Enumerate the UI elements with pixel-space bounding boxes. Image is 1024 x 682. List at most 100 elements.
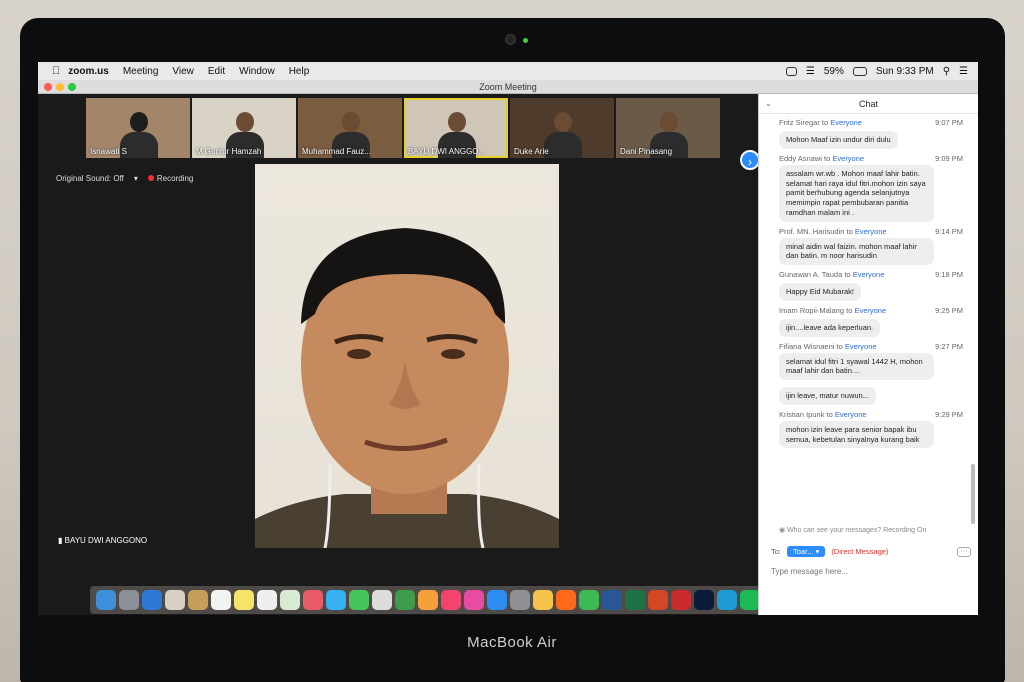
- firefox-icon[interactable]: [556, 590, 576, 610]
- chat-message: Prof. MN. Harisudin to Everyone 9:14 PM m…: [779, 226, 963, 265]
- speaker-person-illustration: [255, 228, 559, 548]
- spotlight-search-icon[interactable]: ⚲: [943, 66, 950, 77]
- skype-icon[interactable]: [717, 590, 737, 610]
- menu-view[interactable]: View: [172, 66, 194, 77]
- excel-icon[interactable]: [625, 590, 645, 610]
- reminders-icon[interactable]: [257, 590, 277, 610]
- pages-icon[interactable]: [372, 590, 392, 610]
- message-bubble: minal aidin wal faizin. mohon maaf lahir…: [779, 237, 934, 265]
- photos-icon[interactable]: [165, 590, 185, 610]
- photoshop-icon[interactable]: [694, 590, 714, 610]
- word-icon[interactable]: [602, 590, 622, 610]
- message-recipient: Everyone: [854, 305, 887, 315]
- menu-meeting[interactable]: Meeting: [123, 66, 159, 77]
- screen:  zoom.us Meeting View Edit Window Help …: [38, 62, 978, 615]
- notification-center-icon[interactable]: ☰: [959, 66, 968, 77]
- apple-icon[interactable]: : [52, 65, 60, 77]
- laptop-body: MacBook Air  zoom.us Meeting View Edit …: [0, 0, 1024, 682]
- participant-name: Dani Pinasang: [620, 147, 673, 156]
- recipient-value: Toar...: [793, 547, 814, 556]
- menu-app-name[interactable]: zoom.us: [68, 66, 109, 77]
- close-window-button[interactable]: [44, 83, 52, 91]
- laptop-brand: MacBook Air: [467, 634, 557, 651]
- participant-thumbnail[interactable]: Dani Pinasang: [616, 98, 720, 158]
- mac-menubar:  zoom.us Meeting View Edit Window Help …: [38, 62, 978, 80]
- sketch-icon[interactable]: [533, 590, 553, 610]
- chrome-icon[interactable]: [579, 590, 599, 610]
- menu-help[interactable]: Help: [289, 66, 310, 77]
- active-speaker-name-text: BAYU DWI ANGGONO: [64, 536, 148, 545]
- acrobat-icon[interactable]: [671, 590, 691, 610]
- system-preferences-icon[interactable]: [510, 590, 530, 610]
- battery-percent[interactable]: 59%: [824, 66, 844, 77]
- message-recipient: Everyone: [834, 409, 867, 419]
- message-sender: Gunawan A. Tauda: [779, 270, 843, 279]
- wifi-icon[interactable]: ☰: [806, 66, 815, 77]
- who-can-see-link[interactable]: ◉ Who can see your messages? Recording O…: [779, 526, 926, 534]
- active-speaker-video: [255, 164, 559, 548]
- participant-name: Muhammad Fauz...: [302, 147, 371, 156]
- participant-name: M Guntur Hamzah: [196, 147, 262, 156]
- participant-thumbnail[interactable]: M Guntur Hamzah: [192, 98, 296, 158]
- maximize-window-button[interactable]: [68, 83, 76, 91]
- participant-thumbnail-active[interactable]: BAYU DWI ANGGO...: [404, 98, 508, 158]
- messages-icon[interactable]: [326, 590, 346, 610]
- calendar-icon[interactable]: [211, 590, 231, 610]
- menu-window[interactable]: Window: [239, 66, 275, 77]
- message-sender: Fritz Siregar: [779, 118, 820, 127]
- launchpad-icon[interactable]: [119, 590, 139, 610]
- music-icon[interactable]: [441, 590, 461, 610]
- zoom-status-icon[interactable]: [785, 66, 797, 76]
- participant-thumbnail[interactable]: Duke Arie: [510, 98, 614, 158]
- audio-status: Original Sound: Off ▾ Recording: [56, 174, 193, 183]
- dropdown-arrow-icon[interactable]: ▾: [134, 174, 138, 183]
- battery-icon[interactable]: [852, 66, 867, 76]
- message-sender: Imam Ropii-Malang: [779, 305, 845, 315]
- message-recipient: Everyone: [854, 226, 887, 236]
- app-store-icon[interactable]: [487, 590, 507, 610]
- menu-edit[interactable]: Edit: [208, 66, 225, 77]
- more-options-button[interactable]: ···: [957, 546, 971, 557]
- maps-icon[interactable]: [280, 590, 300, 610]
- message-bubble: Happy Eid Mubarak!: [779, 283, 861, 301]
- participant-name: BAYU DWI ANGGO...: [408, 147, 486, 156]
- webcam: [505, 34, 516, 45]
- message-sender: Kristian Ipunk: [779, 409, 825, 419]
- chevron-down-icon[interactable]: ⌄: [765, 94, 772, 114]
- minimize-window-button[interactable]: [56, 83, 64, 91]
- original-sound-toggle[interactable]: Original Sound: Off: [56, 174, 124, 183]
- spotify-icon[interactable]: [740, 590, 760, 610]
- participant-body: [544, 132, 582, 158]
- finder-icon[interactable]: [96, 590, 116, 610]
- safari-icon[interactable]: [142, 590, 162, 610]
- recipient-select[interactable]: Toar... ▾: [787, 546, 826, 557]
- who-can-see-text: Who can see your messages? Recording On: [787, 527, 927, 534]
- message-recipient: Everyone: [832, 153, 865, 163]
- chat-message: Fifiana Wisnaeni to Everyone 9:27 PM sela…: [779, 341, 963, 380]
- message-time: 9:27 PM: [935, 341, 963, 351]
- participant-thumbnail[interactable]: Isnawati S: [86, 98, 190, 158]
- powerpoint-icon[interactable]: [648, 590, 668, 610]
- chat-panel: ⌄ Chat Fritz Siregar to Everyone 9:07 PM …: [758, 94, 978, 615]
- photos-app-icon[interactable]: [303, 590, 323, 610]
- menubar-clock[interactable]: Sun 9:33 PM: [876, 66, 934, 77]
- podcasts-icon[interactable]: [464, 590, 484, 610]
- numbers-icon[interactable]: [395, 590, 415, 610]
- next-page-button[interactable]: ›: [740, 150, 760, 170]
- notes-icon[interactable]: [234, 590, 254, 610]
- chat-scrollbar[interactable]: [971, 464, 975, 524]
- message-time: 9:07 PM: [935, 118, 963, 127]
- recording-dot-icon: [147, 175, 154, 181]
- participant-thumbnail[interactable]: Muhammad Fauz...: [298, 98, 402, 158]
- facetime-icon[interactable]: [349, 590, 369, 610]
- chat-title: Chat: [858, 99, 878, 109]
- message-meta: Prof. MN. Harisudin to Everyone 9:14 PM: [779, 226, 963, 236]
- contacts-icon[interactable]: [188, 590, 208, 610]
- chat-message: Eddy Asnawi to Everyone 9:09 PM assalam w…: [779, 154, 963, 222]
- to-label: To:: [771, 547, 782, 556]
- message-sender: Fifiana Wisnaeni: [779, 341, 835, 351]
- chat-message-input[interactable]: [771, 562, 971, 580]
- window-title: Zoom Meeting: [479, 82, 537, 92]
- keynote-icon[interactable]: [418, 590, 438, 610]
- message-meta: Gunawan A. Tauda to Everyone 9:18 PM: [779, 270, 963, 279]
